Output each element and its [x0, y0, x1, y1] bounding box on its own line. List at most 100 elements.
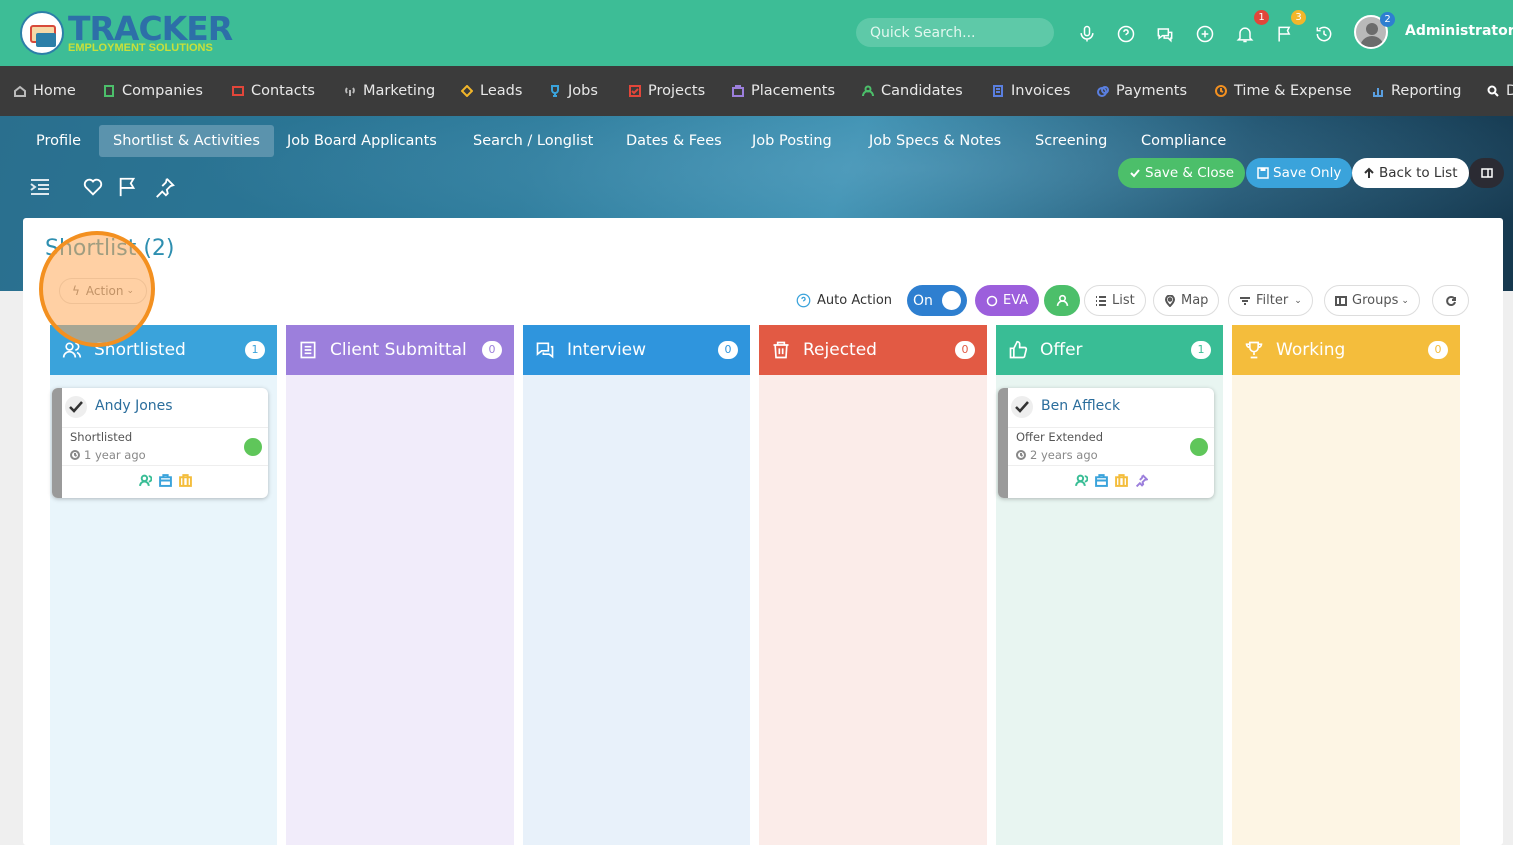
tab-profile[interactable]: Profile: [22, 125, 95, 157]
tab-compliance[interactable]: Compliance: [1127, 125, 1240, 157]
trophy-icon: [549, 85, 561, 97]
clock-icon: [1215, 85, 1227, 97]
nav-item-projects[interactable]: Projects: [629, 66, 705, 116]
coins-icon: [1097, 85, 1109, 97]
tab-search-longlist[interactable]: Search / Longlist: [459, 125, 607, 157]
clock-icon: [70, 450, 80, 460]
nav-item-jobs[interactable]: Jobs: [549, 66, 598, 116]
auto-action-toggle[interactable]: On: [907, 285, 967, 316]
search-icon: [1487, 85, 1499, 97]
candidate-card[interactable]: Ben Affleck Offer Extended 2 years ago: [998, 388, 1214, 498]
tab-job-specs-notes[interactable]: Job Specs & Notes: [855, 125, 1015, 157]
auto-action-label: Auto Action: [796, 285, 892, 316]
help-icon[interactable]: [796, 293, 811, 308]
briefcase-icon: [732, 85, 744, 97]
card-time: 2 years ago: [1016, 448, 1098, 462]
card-time: 1 year ago: [70, 448, 146, 462]
tab-job-board-applicants[interactable]: Job Board Applicants: [273, 125, 451, 157]
candidate-card[interactable]: Andy Jones Shortlisted 1 year ago: [52, 388, 268, 498]
nav-item-invoices[interactable]: Invoices: [992, 66, 1070, 116]
save-only-button[interactable]: Save Only: [1246, 158, 1353, 188]
card-status: Offer Extended: [1016, 430, 1104, 444]
person-icon: [862, 85, 874, 97]
nav-item-payments[interactable]: Payments: [1097, 66, 1187, 116]
column-interview: Interview 0: [523, 325, 750, 845]
page-title: Shortlist (2): [45, 236, 175, 261]
nav-item-search[interactable]: D: [1487, 66, 1513, 116]
action-dropdown[interactable]: ϟ Action ⌄: [59, 278, 148, 304]
arrow-up-icon: [1364, 167, 1374, 178]
flag-icon[interactable]: [117, 176, 139, 202]
bell-icon[interactable]: [1235, 24, 1255, 44]
contact-card-icon: [232, 85, 244, 97]
nav-item-placements[interactable]: Placements: [732, 66, 835, 116]
help-icon[interactable]: [1116, 24, 1136, 44]
tab-shortlist-activities[interactable]: Shortlist & Activities: [99, 125, 274, 157]
pin-icon[interactable]: [154, 176, 176, 202]
add-circle-icon[interactable]: [1195, 24, 1215, 44]
list-view-button[interactable]: List: [1084, 285, 1146, 316]
check-icon[interactable]: [65, 396, 87, 418]
person-icon[interactable]: [1074, 474, 1088, 487]
tab-screening[interactable]: Screening: [1021, 125, 1121, 157]
columns-icon: [1335, 295, 1347, 306]
nav-item-home[interactable]: Home: [14, 66, 76, 116]
candidate-name[interactable]: Andy Jones: [95, 398, 173, 414]
avatar-badge: 2: [1380, 12, 1395, 27]
column-count: 0: [482, 341, 502, 359]
filter-dropdown[interactable]: Filter ⌄: [1228, 285, 1313, 316]
refresh-button[interactable]: [1432, 285, 1469, 316]
trash-icon: [773, 341, 789, 359]
column-header[interactable]: Interview 0: [523, 325, 750, 375]
logo-subtitle: EMPLOYMENT SOLUTIONS: [68, 42, 213, 54]
person-icon[interactable]: [138, 474, 152, 487]
check-icon[interactable]: [1011, 396, 1033, 418]
check-icon: [1130, 169, 1140, 178]
tab-job-posting[interactable]: Job Posting: [738, 125, 846, 157]
indent-menu-icon[interactable]: [29, 176, 51, 202]
list-icon: [1096, 295, 1106, 306]
candidate-button[interactable]: [1044, 285, 1080, 316]
map-view-button[interactable]: Map: [1153, 285, 1220, 316]
column-header[interactable]: Working 0: [1232, 325, 1460, 375]
flag-icon[interactable]: [1275, 24, 1295, 44]
briefcase-icon[interactable]: [1094, 474, 1108, 487]
chat-icon[interactable]: [1155, 24, 1175, 44]
nav-item-time-expense[interactable]: Time & Expense: [1215, 66, 1352, 116]
logo[interactable]: TRACKER EMPLOYMENT SOLUTIONS: [20, 10, 233, 56]
nav-item-contacts[interactable]: Contacts: [232, 66, 315, 116]
column-header[interactable]: Shortlisted 1: [50, 325, 277, 375]
candidate-name[interactable]: Ben Affleck: [1041, 398, 1120, 414]
eva-button[interactable]: EVA: [975, 285, 1040, 316]
main-nav: Home Companies Contacts Marketing Leads …: [0, 66, 1513, 116]
building-icon: [103, 85, 115, 97]
history-icon[interactable]: [1314, 24, 1334, 44]
pin-icon[interactable]: [1135, 474, 1148, 487]
nav-item-marketing[interactable]: Marketing: [344, 66, 435, 116]
column-header[interactable]: Rejected 0: [759, 325, 987, 375]
nav-item-reporting[interactable]: Reporting: [1372, 66, 1462, 116]
column-header[interactable]: Offer 1: [996, 325, 1223, 375]
briefcase-icon[interactable]: [158, 474, 172, 487]
microphone-icon[interactable]: [1077, 24, 1097, 44]
sidebar-toggle-button[interactable]: [1469, 158, 1504, 188]
user-name[interactable]: Administrator: [1405, 23, 1513, 39]
tab-dates-fees[interactable]: Dates & Fees: [612, 125, 736, 157]
nav-item-leads[interactable]: Leads: [461, 66, 522, 116]
column-header[interactable]: Client Submittal 0: [286, 325, 514, 375]
trophy-icon: [1245, 341, 1263, 359]
toggle-knob: [942, 291, 961, 310]
clock-icon: [1016, 450, 1026, 460]
back-to-list-button[interactable]: Back to List: [1352, 158, 1469, 188]
save-close-button[interactable]: Save & Close: [1118, 158, 1246, 188]
suitcase-icon[interactable]: [178, 474, 192, 487]
column-count: 0: [718, 341, 738, 359]
nav-item-candidates[interactable]: Candidates: [862, 66, 963, 116]
heart-icon[interactable]: [82, 176, 104, 202]
nav-item-companies[interactable]: Companies: [103, 66, 203, 116]
suitcase-icon[interactable]: [1114, 474, 1128, 487]
panel-icon: [1480, 168, 1493, 178]
groups-dropdown[interactable]: Groups ⌄: [1324, 285, 1420, 316]
quick-search-input[interactable]: [856, 18, 1054, 47]
top-bar: TRACKER EMPLOYMENT SOLUTIONS 1 3 2 Admin…: [0, 0, 1513, 66]
